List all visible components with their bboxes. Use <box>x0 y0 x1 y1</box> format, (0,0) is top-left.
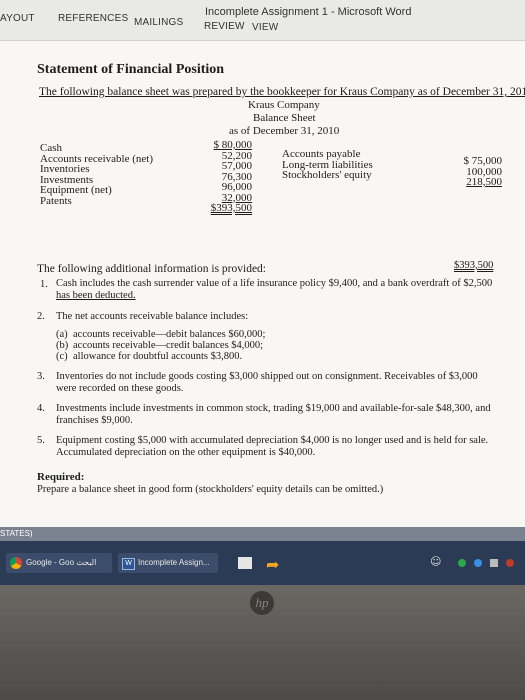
item-2a-marker: (a) <box>56 329 68 340</box>
tab-review[interactable]: REVIEW <box>204 21 245 32</box>
asset-label: Patents <box>40 194 72 207</box>
item-5-line2: Accumulated depreciation on the other eq… <box>56 447 316 458</box>
asset-label: Inventories <box>40 163 90 175</box>
document-icon[interactable] <box>238 557 252 569</box>
item-1-line1: Cash includes the cash surrender value o… <box>56 278 493 289</box>
item-3-number: 3. <box>37 371 45 382</box>
item-1-number: 1. <box>40 279 48 290</box>
item-2-number: 2. <box>37 311 45 322</box>
window-title: Incomplete Assignment 1 - Microsoft Word <box>205 6 412 18</box>
tab-layout[interactable]: AYOUT <box>0 13 35 24</box>
liability-label: Stockholders' equity <box>282 169 372 181</box>
tab-references[interactable]: REFERENCES <box>58 13 128 24</box>
required-text: Prepare a balance sheet in good form (st… <box>37 484 384 495</box>
item-1-line2: has been deducted. <box>56 290 136 301</box>
ribbon-bar: Incomplete Assignment 1 - Microsoft Word… <box>0 0 525 41</box>
liability-value: $ 75,000 <box>463 155 503 167</box>
sheet-date: as of December 31, 2010 <box>229 125 340 137</box>
status-bar: STATES) <box>0 527 525 541</box>
taskbar-word-button[interactable]: W Incomplete Assign... <box>118 553 218 573</box>
item-2-text: The net accounts receivable balance incl… <box>56 311 249 322</box>
item-4-line2: franchises $9,000. <box>56 415 133 426</box>
asset-value: 57,000 <box>221 160 252 172</box>
tab-view[interactable]: VIEW <box>252 22 278 33</box>
tray-icon-gray[interactable] <box>490 559 498 567</box>
item-4-number: 4. <box>37 403 45 414</box>
item-2a-text: accounts receivable—debit balances $60,0… <box>73 329 266 340</box>
liabilities-labels: Accounts payable Long-term liabilities S… <box>282 149 373 181</box>
tray-icon-green[interactable] <box>458 559 466 567</box>
tray-icon-red[interactable] <box>506 559 514 567</box>
chrome-icon <box>10 557 22 569</box>
monitor-bezel: hp <box>0 585 525 700</box>
item-3-line1: Inventories do not include goods costing… <box>56 371 478 382</box>
liability-label: Accounts payable <box>282 148 361 160</box>
tab-mailings[interactable]: MAILINGS <box>134 17 183 28</box>
item-5-number: 5. <box>37 435 45 446</box>
taskbar: Google - Goo البحث W Incomplete Assign..… <box>0 541 525 585</box>
liabilities-total: $393,500 <box>454 260 494 271</box>
screen: Incomplete Assignment 1 - Microsoft Word… <box>0 0 525 585</box>
assets-labels: Cash Accounts receivable (net) Inventori… <box>40 143 153 206</box>
company-name: Kraus Company <box>248 99 320 111</box>
asset-value: $ 80,000 <box>213 139 253 151</box>
item-3-line2: were recorded on these goods. <box>56 383 184 394</box>
document-page[interactable]: Statement of Financial Position The foll… <box>0 41 525 527</box>
item-2b-text: accounts receivable—credit balances $4,0… <box>73 340 264 351</box>
tray-icon-blue[interactable] <box>474 559 482 567</box>
arrow-icon[interactable]: ➦ <box>266 555 279 574</box>
intro-text: The following balance sheet was prepared… <box>39 86 525 98</box>
asset-label: Cash <box>40 142 62 154</box>
hp-logo: hp <box>250 591 274 615</box>
asset-value: 96,000 <box>221 181 252 193</box>
item-5-line1: Equipment costing $5,000 with accumulate… <box>56 435 489 446</box>
assets-values: $ 80,000 52,200 57,000 76,300 96,000 32,… <box>190 140 252 214</box>
item-2c-text: allowance for doubtful accounts $3,800. <box>73 351 243 362</box>
word-icon: W <box>122 558 135 570</box>
taskbar-word-label: Incomplete Assign... <box>138 558 210 567</box>
item-2c-marker: (c) <box>56 351 68 362</box>
required-label: Required: <box>37 471 85 483</box>
document-heading: Statement of Financial Position <box>37 62 225 77</box>
asset-label: Equipment (net) <box>40 184 112 196</box>
item-2b-marker: (b) <box>56 340 69 351</box>
status-text: STATES) <box>0 529 33 538</box>
taskbar-chrome-label: Google - Goo البحث <box>26 558 97 567</box>
people-icon[interactable]: ☺ <box>430 555 441 568</box>
liability-value: 218,500 <box>466 176 502 188</box>
taskbar-chrome-button[interactable]: Google - Goo البحث <box>6 553 112 573</box>
additional-info-intro: The following additional information is … <box>37 263 267 275</box>
item-4-line1: Investments include investments in commo… <box>56 403 491 414</box>
sheet-title: Balance Sheet <box>253 112 316 124</box>
assets-total: $393,500 <box>210 202 252 214</box>
liabilities-values: $ 75,000 100,000 218,500 <box>440 155 503 188</box>
